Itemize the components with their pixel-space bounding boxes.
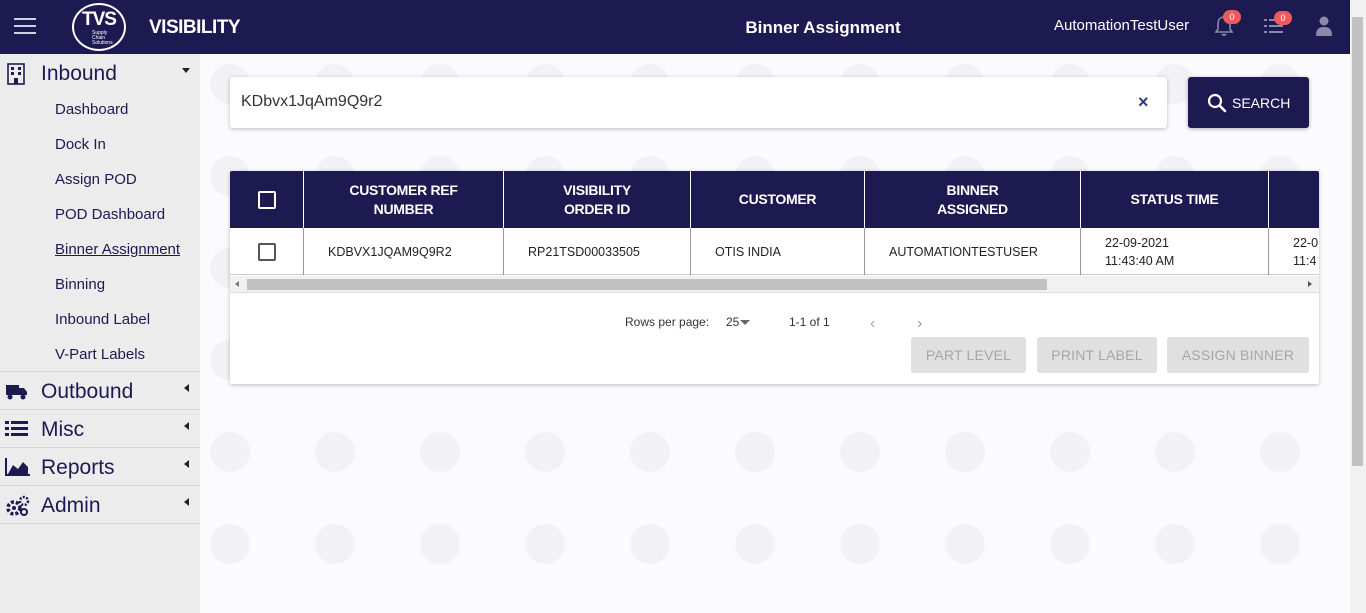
background-pattern-mark xyxy=(945,432,985,472)
top-bar: TVS Supply Chain Solutions VISIBILITY Bi… xyxy=(0,0,1350,54)
sidebar-item-pod-dashboard[interactable]: POD Dashboard xyxy=(0,197,200,232)
cell-extra: 22-0 11:4 xyxy=(1293,235,1319,268)
area-chart-icon xyxy=(5,457,30,477)
print-label-button[interactable]: PRINT LABEL xyxy=(1037,337,1157,373)
background-pattern-mark xyxy=(840,524,880,564)
pagination-range: 1-1 of 1 xyxy=(789,315,830,329)
scroll-right-icon[interactable] xyxy=(1308,281,1312,287)
sidebar-section-label: Reports xyxy=(41,456,115,479)
sidebar-item-v-part-labels[interactable]: V-Part Labels xyxy=(0,337,200,372)
truck-icon xyxy=(5,381,29,401)
background-pattern-mark xyxy=(210,432,250,472)
column-header-customer-ref[interactable]: CUSTOMER REF NUMBER xyxy=(304,171,504,228)
background-pattern-mark xyxy=(840,432,880,472)
background-pattern-mark xyxy=(1050,524,1090,564)
background-pattern-mark xyxy=(1155,524,1195,564)
background-pattern-mark xyxy=(525,524,565,564)
next-page-button[interactable]: › xyxy=(917,315,922,333)
sidebar-section-label: Admin xyxy=(41,494,101,517)
row-select-cell xyxy=(230,228,304,275)
part-level-button[interactable]: PART LEVEL xyxy=(911,337,1026,373)
chevron-left-icon xyxy=(184,498,189,506)
column-header-status-time[interactable]: STATUS TIME xyxy=(1081,171,1269,228)
sidebar-item-dock-in[interactable]: Dock In xyxy=(0,127,200,162)
background-pattern-mark xyxy=(1155,432,1195,472)
search-button-label: SEARCH xyxy=(1232,95,1291,111)
sidebar-section-reports[interactable]: Reports xyxy=(0,448,200,486)
search-icon xyxy=(1207,93,1227,113)
rows-per-page-caret-icon[interactable] xyxy=(740,320,750,325)
select-all-cell xyxy=(230,171,304,228)
sidebar-section-admin[interactable]: Admin xyxy=(0,486,200,524)
background-pattern-mark xyxy=(1050,432,1090,472)
sidebar-section-label: Inbound xyxy=(41,62,117,85)
cell-status-time: 22-09-2021 11:43:40 AM xyxy=(1081,228,1269,275)
sidebar-item-inbound-label[interactable]: Inbound Label xyxy=(0,302,200,337)
table-row[interactable]: KDBVX1JQAM9Q9R2 RP21TSD00033505 OTIS IND… xyxy=(230,228,1319,275)
row-checkbox[interactable] xyxy=(257,242,276,261)
background-pattern-mark xyxy=(525,432,565,472)
table-horizontal-scrollbar[interactable] xyxy=(230,276,1319,293)
sidebar-section-misc[interactable]: Misc xyxy=(0,410,200,448)
rows-per-page-label: Rows per page: xyxy=(625,315,710,329)
username[interactable]: AutomationTestUser xyxy=(1054,17,1189,34)
rows-per-page-select[interactable]: 25 xyxy=(726,315,739,329)
tasks-list-icon[interactable]: 0 xyxy=(1263,11,1292,36)
list-icon xyxy=(5,419,29,439)
sidebar-item-binning[interactable]: Binning xyxy=(0,267,200,302)
column-header-extra xyxy=(1269,171,1319,228)
background-pattern-mark xyxy=(315,524,355,564)
previous-page-button[interactable]: ‹ xyxy=(870,315,875,333)
sidebar-section-inbound[interactable]: Inbound xyxy=(0,54,200,92)
cell-order-id: RP21TSD00033505 xyxy=(504,228,691,275)
scroll-thumb[interactable] xyxy=(247,279,1047,290)
notifications-bell-icon[interactable]: 0 xyxy=(1214,10,1241,37)
background-pattern-mark xyxy=(1260,524,1300,564)
sidebar-section-label: Misc xyxy=(41,418,85,441)
cell-binner: AUTOMATIONTESTUSER xyxy=(865,228,1081,275)
scroll-left-icon[interactable] xyxy=(235,281,239,287)
table-header: CUSTOMER REF NUMBER VISIBILITY ORDER ID CU… xyxy=(230,171,1319,228)
sidebar-group-inbound: Inbound Dashboard Dock In Assign POD POD… xyxy=(0,54,200,372)
tasks-badge: 0 xyxy=(1274,11,1292,25)
sidebar: Inbound Dashboard Dock In Assign POD POD… xyxy=(0,54,200,613)
sidebar-item-assign-pod[interactable]: Assign POD xyxy=(0,162,200,197)
sidebar-item-binner-assignment[interactable]: Binner Assignment xyxy=(0,232,200,267)
building-icon xyxy=(5,63,29,85)
user-avatar-icon[interactable] xyxy=(1315,15,1333,37)
sidebar-section-outbound[interactable]: Outbound xyxy=(0,372,200,410)
background-pattern-mark xyxy=(630,432,670,472)
background-pattern-mark xyxy=(315,432,355,472)
column-header-binner-assigned[interactable]: BINNER ASSIGNED xyxy=(865,171,1081,228)
results-card: CUSTOMER REF NUMBER VISIBILITY ORDER ID CU… xyxy=(230,171,1319,384)
background-pattern-mark xyxy=(420,432,460,472)
gears-icon xyxy=(5,495,30,516)
notifications-badge: 0 xyxy=(1223,10,1241,24)
sidebar-section-label: Outbound xyxy=(41,380,134,403)
search-input[interactable] xyxy=(241,89,1121,115)
column-header-order-id[interactable]: VISIBILITY ORDER ID xyxy=(504,171,691,228)
background-pattern-mark xyxy=(1260,432,1300,472)
cell-customer: OTIS INDIA xyxy=(691,228,865,275)
search-button[interactable]: SEARCH xyxy=(1188,77,1309,128)
select-all-checkbox[interactable] xyxy=(257,190,276,209)
cell-customer-ref: KDBVX1JQAM9Q9R2 xyxy=(304,228,504,275)
page-scrollbar[interactable] xyxy=(1350,0,1366,613)
background-pattern-mark xyxy=(420,524,460,564)
chevron-left-icon xyxy=(184,384,189,392)
background-pattern-mark xyxy=(630,524,670,564)
background-pattern-mark xyxy=(735,524,775,564)
column-header-customer[interactable]: CUSTOMER xyxy=(691,171,865,228)
background-pattern-mark xyxy=(210,524,250,564)
chevron-down-icon xyxy=(182,68,190,73)
chevron-left-icon xyxy=(184,422,189,430)
clear-search-icon[interactable]: × xyxy=(1138,92,1149,113)
background-pattern-mark xyxy=(945,524,985,564)
chevron-left-icon xyxy=(184,460,189,468)
background-pattern-mark xyxy=(735,432,775,472)
sidebar-item-dashboard[interactable]: Dashboard xyxy=(0,92,200,127)
assign-binner-button[interactable]: ASSIGN BINNER xyxy=(1167,337,1309,373)
search-box: × xyxy=(230,77,1167,128)
